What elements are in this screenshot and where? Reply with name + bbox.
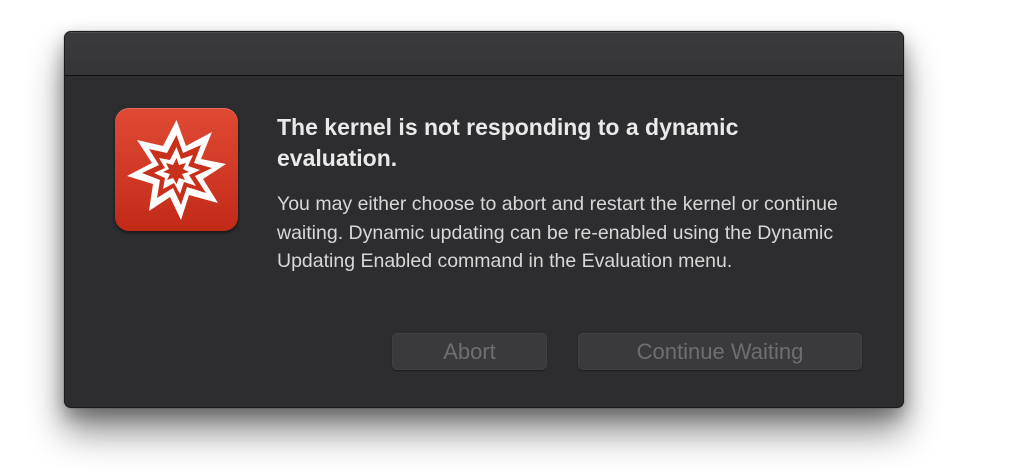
abort-button[interactable]: Abort (392, 333, 547, 370)
dialog-message: You may either choose to abort and resta… (277, 193, 838, 272)
kernel-alert-dialog: The kernel is not responding to a dynami… (64, 31, 904, 408)
continue-waiting-button[interactable]: Continue Waiting (578, 333, 862, 370)
dialog-titlebar[interactable] (65, 32, 903, 76)
desktop-background: The kernel is not responding to a dynami… (0, 0, 1014, 476)
wolfram-mathematica-icon (115, 108, 238, 231)
dialog-headline: The kernel is not responding to a dynami… (277, 114, 739, 171)
